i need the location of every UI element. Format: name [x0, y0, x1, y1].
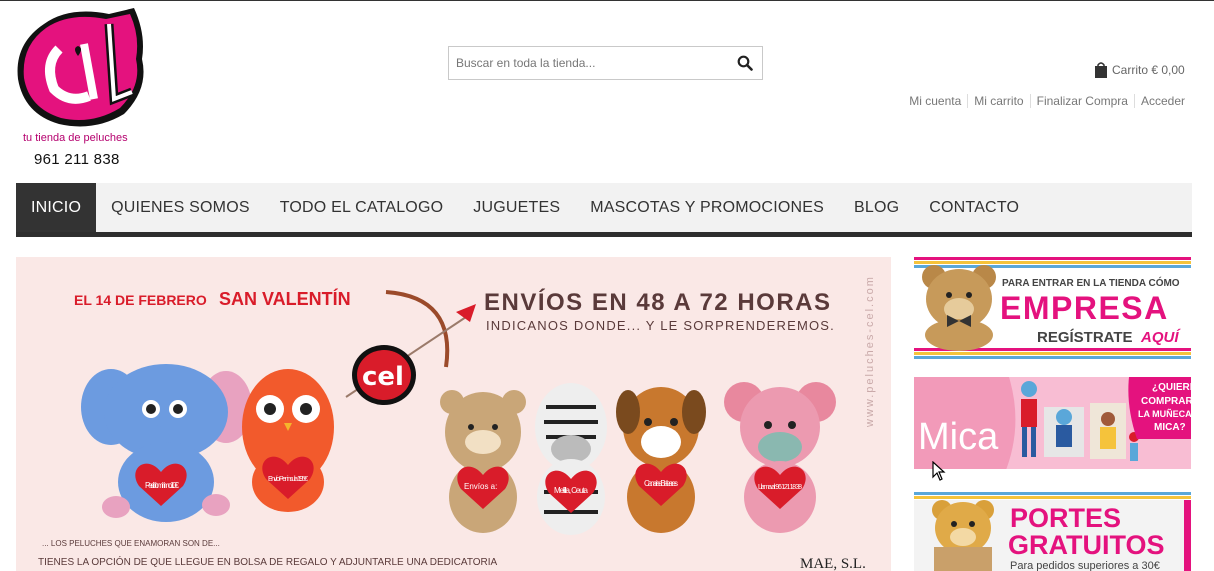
brand-tagline: tu tienda de peluches	[23, 132, 128, 144]
empresa-line2: EMPRESA	[1000, 290, 1169, 326]
cel-logo[interactable]	[14, 4, 150, 132]
nav-item-mascotas[interactable]: MASCOTAS Y PROMOCIONES	[575, 183, 839, 232]
heart-melilla-ceuta: Melilla, Ceuta	[554, 486, 589, 495]
mica-title: Mica	[918, 416, 999, 458]
free-shipping-line2: GRATUITOS	[1008, 530, 1165, 560]
free-shipping-line3: Para pedidos superiores a 30€	[1010, 560, 1160, 571]
search-box	[448, 46, 763, 80]
hero-illustration: EL 14 DE FEBRERO SAN VALENTÍN ENVÍOS EN …	[16, 257, 891, 571]
shopping-bag-icon	[1095, 62, 1107, 78]
nav-item-quienes-somos[interactable]: QUIENES SOMOS	[96, 183, 265, 232]
heart-minimum-order: Pedido mínimo 10€	[145, 481, 180, 490]
heart-canarias-baleares: Canarias Baleares	[644, 479, 678, 488]
mouse-cursor-icon	[932, 461, 946, 481]
nav-item-inicio[interactable]: INICIO	[16, 183, 97, 232]
heart-shipping-to: Envíos a:	[464, 482, 497, 491]
hero-footer-line1: ... LOS PELUCHES QUE ENAMORAN SON DE...	[42, 539, 220, 548]
mica-question-4: MICA?	[1154, 422, 1186, 433]
hero-logo-text: cel	[362, 362, 404, 392]
hero-event: SAN VALENTÍN	[219, 288, 351, 309]
mica-question-2: COMPRAR	[1141, 396, 1191, 407]
empresa-illustration: PARA ENTRAR EN LA TIENDA CÓMO EMPRESA RE…	[914, 257, 1191, 359]
empresa-line3a: REGÍSTRATE	[1037, 329, 1133, 346]
top-border	[0, 0, 1214, 1]
hero-vertical-url: www.peluches-cel.com	[864, 275, 876, 428]
account-links: Mi cuenta Mi carrito Finalizar Compra Ac…	[903, 94, 1185, 108]
mica-question-3: LA MUÑECA	[1138, 409, 1191, 419]
free-shipping-banner[interactable]: PORTES GRATUITOS Para pedidos superiores…	[914, 492, 1191, 571]
nav-item-blog[interactable]: BLOG	[839, 183, 914, 232]
my-cart-link[interactable]: Mi carrito	[967, 94, 1029, 108]
mica-illustration: Mica ¿QUIERES COMPRAR LA MUÑECA MICA?	[914, 377, 1191, 475]
mica-banner[interactable]: Mica ¿QUIERES COMPRAR LA MUÑECA MICA?	[914, 377, 1191, 475]
hero-date: EL 14 DE FEBRERO	[74, 292, 207, 308]
cart-label: Carrito € 0,00	[1112, 63, 1185, 77]
heart-peninsula-shipping: Envío Peninsula 1'95€	[268, 476, 308, 483]
phone-number: 961 211 838	[34, 151, 120, 168]
my-account-link[interactable]: Mi cuenta	[903, 94, 967, 108]
hero-subheadline: INDICANOS DONDE... Y LE SORPRENDEREMOS.	[486, 318, 835, 333]
login-link[interactable]: Acceder	[1133, 94, 1185, 108]
nav-item-catalogo[interactable]: TODO EL CATALOGO	[265, 183, 459, 232]
nav-item-contacto[interactable]: CONTACTO	[914, 183, 1034, 232]
empresa-line1: PARA ENTRAR EN LA TIENDA CÓMO	[1002, 276, 1180, 289]
checkout-link[interactable]: Finalizar Compra	[1029, 94, 1134, 108]
search-input[interactable]	[449, 47, 719, 79]
free-shipping-line1: PORTES	[1010, 503, 1121, 533]
mica-question-1: ¿QUIERES	[1152, 382, 1191, 393]
nav-item-juguetes[interactable]: JUGUETES	[458, 183, 575, 232]
heart-call-us: Llama al: 96 121 18 38	[758, 484, 802, 491]
cart-link[interactable]: Carrito € 0,00	[1094, 61, 1185, 79]
search-icon[interactable]	[737, 55, 753, 71]
empresa-line3b: AQUÍ	[1140, 329, 1181, 346]
hero-company: MAE, S.L.	[800, 556, 866, 571]
hero-headline: ENVÍOS EN 48 A 72 HORAS	[484, 288, 831, 316]
free-shipping-illustration: PORTES GRATUITOS Para pedidos superiores…	[914, 492, 1191, 571]
main-nav: INICIO QUIENES SOMOS TODO EL CATALOGO JU…	[16, 183, 1192, 237]
empresa-banner[interactable]: PARA ENTRAR EN LA TIENDA CÓMO EMPRESA RE…	[914, 257, 1191, 359]
hero-footer-line2: TIENES LA OPCIÓN DE QUE LLEGUE EN BOLSA …	[38, 555, 498, 568]
hero-banner[interactable]: EL 14 DE FEBRERO SAN VALENTÍN ENVÍOS EN …	[16, 257, 891, 571]
